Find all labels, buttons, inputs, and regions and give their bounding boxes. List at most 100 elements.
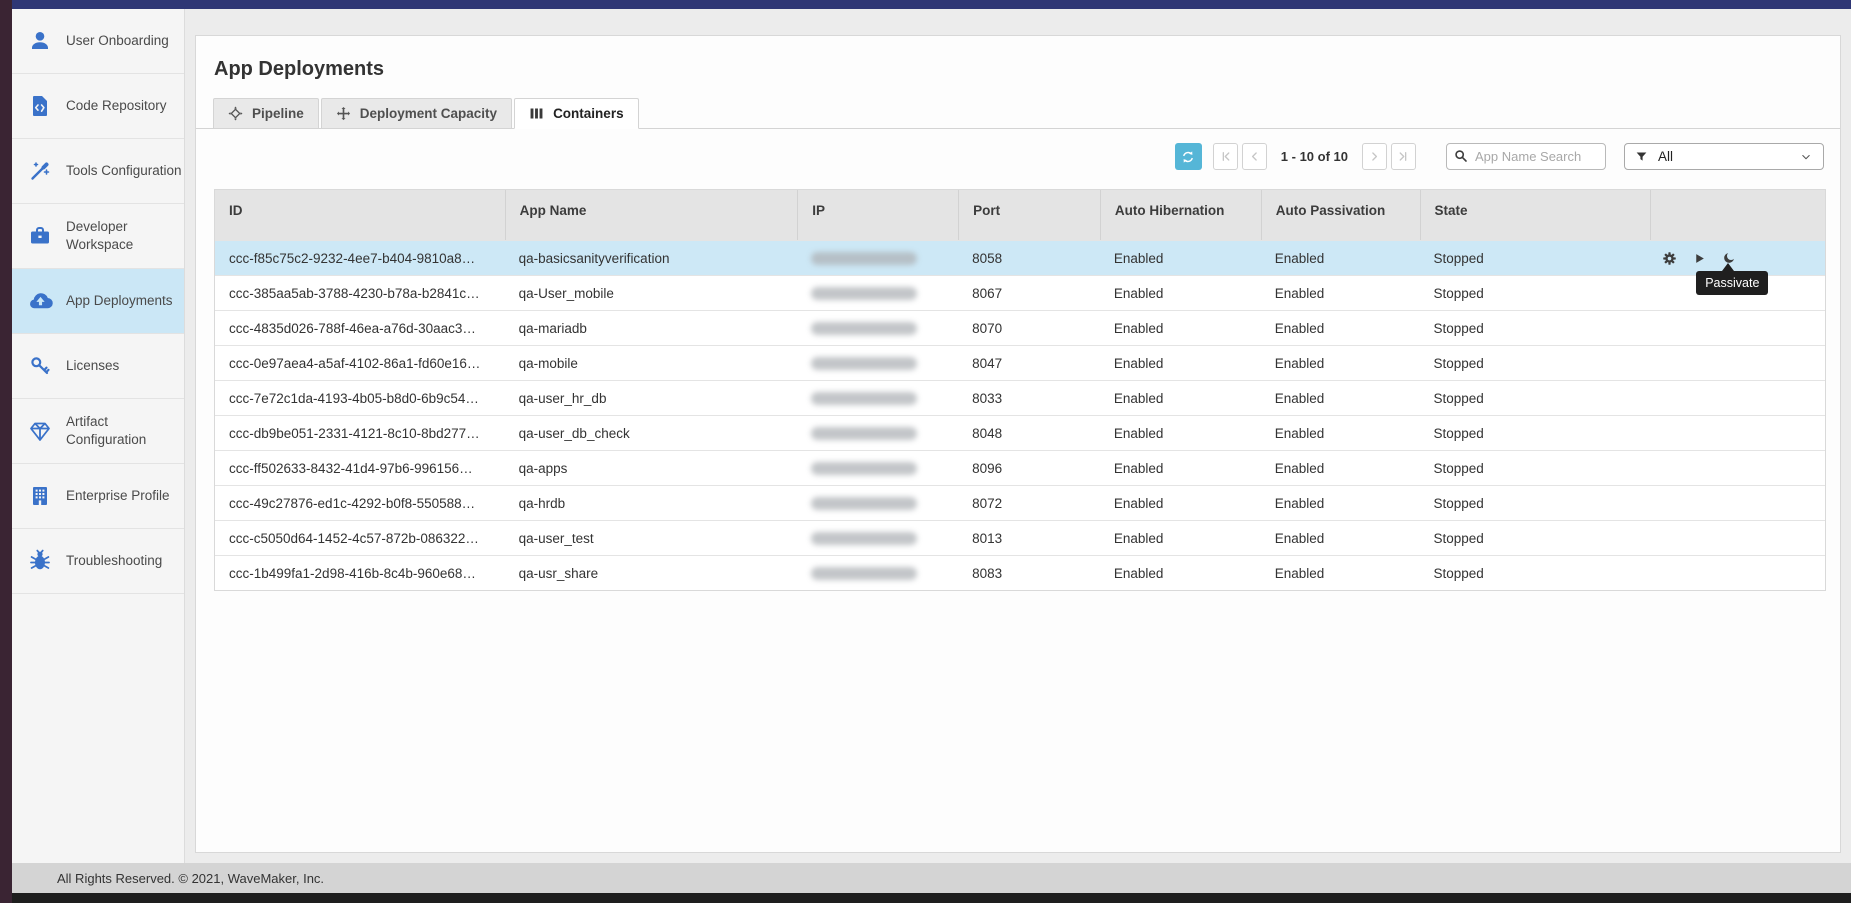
cell-ip	[797, 486, 958, 520]
redacted-ip	[811, 532, 917, 545]
bug-icon	[27, 548, 53, 574]
cell-actions	[1650, 486, 1825, 520]
cell-auto-passivation: Enabled	[1261, 346, 1420, 380]
cell-app-name: qa-user_test	[505, 521, 798, 555]
redacted-ip	[811, 392, 917, 405]
sidebar-item-troubleshooting[interactable]: Troubleshooting	[12, 529, 184, 594]
cell-state: Stopped	[1420, 521, 1651, 555]
redacted-ip	[811, 357, 917, 370]
cell-ip	[797, 556, 958, 590]
magic-wand-icon	[27, 158, 53, 184]
previous-page-button[interactable]	[1242, 143, 1267, 170]
cell-port: 8033	[958, 381, 1100, 415]
bottom-edge-strip	[12, 893, 1851, 903]
cell-app-name: qa-user_hr_db	[505, 381, 798, 415]
cell-state: Stopped	[1420, 381, 1651, 415]
tab-label: Pipeline	[252, 106, 304, 121]
cell-port: 8072	[958, 486, 1100, 520]
cell-ip	[797, 451, 958, 485]
cell-id: ccc-49c27876-ed1c-4292-b0f8-550588…	[215, 486, 505, 520]
cloud-upload-icon	[27, 288, 53, 314]
last-page-button[interactable]	[1391, 143, 1416, 170]
cell-auto-passivation: Enabled	[1261, 276, 1420, 310]
table-row[interactable]: ccc-0e97aea4-a5af-4102-86a1-fd60e16… qa-…	[215, 345, 1825, 380]
redacted-ip	[811, 567, 917, 580]
sidebar-item-label: Enterprise Profile	[66, 487, 170, 505]
cell-auto-passivation: Enabled	[1261, 486, 1420, 520]
cell-id: ccc-ff502633-8432-41d4-97b6-996156…	[215, 451, 505, 485]
cell-state: Stopped	[1420, 311, 1651, 345]
search-input[interactable]	[1446, 143, 1606, 170]
cell-state: Stopped	[1420, 416, 1651, 450]
cell-auto-passivation: Enabled	[1261, 451, 1420, 485]
pipeline-icon	[228, 106, 243, 121]
copyright-text: All Rights Reserved. © 2021, WaveMaker, …	[57, 871, 324, 886]
cell-id: ccc-4835d026-788f-46ea-a76d-30aac3…	[215, 311, 505, 345]
cell-app-name: qa-user_db_check	[505, 416, 798, 450]
table-row[interactable]: ccc-f85c75c2-9232-4ee7-b404-9810a8… qa-b…	[215, 240, 1825, 275]
redacted-ip	[811, 252, 917, 265]
redacted-ip	[811, 497, 917, 510]
cell-ip	[797, 416, 958, 450]
main-content-panel: App Deployments Pipeline Deployment Capa…	[195, 35, 1841, 853]
pagination-range: 1 - 10 of 10	[1281, 149, 1348, 164]
top-navbar	[12, 0, 1851, 9]
cell-auto-hibernation: Enabled	[1100, 311, 1261, 345]
sidebar-item-label: App Deployments	[66, 292, 173, 310]
table-row[interactable]: ccc-7e72c1da-4193-4b05-b8d0-6b9c54… qa-u…	[215, 380, 1825, 415]
refresh-button[interactable]	[1175, 143, 1202, 170]
cell-port: 8013	[958, 521, 1100, 555]
cell-id: ccc-7e72c1da-4193-4b05-b8d0-6b9c54…	[215, 381, 505, 415]
sidebar-item-label: Developer Workspace	[66, 218, 182, 254]
sidebar-item-licenses[interactable]: Licenses	[12, 334, 184, 399]
sidebar-item-label: Code Repository	[66, 97, 167, 115]
sidebar-item-code-repository[interactable]: Code Repository	[12, 74, 184, 139]
table-row[interactable]: ccc-db9be051-2331-4121-8c10-8bd277… qa-u…	[215, 415, 1825, 450]
cell-auto-hibernation: Enabled	[1100, 451, 1261, 485]
table-row[interactable]: ccc-4835d026-788f-46ea-a76d-30aac3… qa-m…	[215, 310, 1825, 345]
key-icon	[27, 353, 53, 379]
filter-icon	[1635, 150, 1648, 163]
left-edge-strip	[0, 0, 12, 903]
cell-ip	[797, 311, 958, 345]
sidebar-item-tools-configuration[interactable]: Tools Configuration	[12, 139, 184, 204]
next-page-icon	[1368, 150, 1381, 163]
sidebar-item-developer-workspace[interactable]: Developer Workspace	[12, 204, 184, 269]
cell-auto-passivation: Enabled	[1261, 416, 1420, 450]
column-header-auto-passivation: Auto Passivation	[1261, 190, 1420, 240]
cell-port: 8070	[958, 311, 1100, 345]
sidebar-item-app-deployments[interactable]: App Deployments	[12, 269, 184, 334]
start-button[interactable]	[1693, 250, 1706, 266]
table-row[interactable]: ccc-49c27876-ed1c-4292-b0f8-550588… qa-h…	[215, 485, 1825, 520]
tab-containers[interactable]: Containers	[514, 98, 639, 129]
last-page-icon	[1397, 150, 1410, 163]
sidebar-item-label: User Onboarding	[66, 32, 169, 50]
column-header-port: Port	[958, 190, 1100, 240]
table-row[interactable]: ccc-385aa5ab-3788-4230-b78a-b2841c… qa-U…	[215, 275, 1825, 310]
cell-auto-hibernation: Enabled	[1100, 486, 1261, 520]
sidebar-item-user-onboarding[interactable]: User Onboarding	[12, 9, 184, 74]
first-page-button[interactable]	[1213, 143, 1238, 170]
settings-button[interactable]	[1662, 250, 1677, 266]
sidebar-item-enterprise-profile[interactable]: Enterprise Profile	[12, 464, 184, 529]
cell-auto-passivation: Enabled	[1261, 311, 1420, 345]
refresh-icon	[1180, 149, 1196, 165]
tab-label: Deployment Capacity	[360, 106, 497, 121]
next-page-button[interactable]	[1362, 143, 1387, 170]
cell-auto-hibernation: Enabled	[1100, 521, 1261, 555]
sidebar-item-artifact-configuration[interactable]: Artifact Configuration	[12, 399, 184, 464]
cell-auto-passivation: Enabled	[1261, 556, 1420, 590]
sidebar: User Onboarding Code Repository Tools Co…	[12, 9, 185, 863]
filter-dropdown[interactable]: All	[1624, 143, 1824, 170]
tab-label: Containers	[553, 106, 624, 121]
tab-pipeline[interactable]: Pipeline	[213, 98, 319, 128]
cell-state: Stopped	[1420, 556, 1651, 590]
cell-port: 8096	[958, 451, 1100, 485]
table-row[interactable]: ccc-ff502633-8432-41d4-97b6-996156… qa-a…	[215, 450, 1825, 485]
tab-deployment-capacity[interactable]: Deployment Capacity	[321, 98, 512, 128]
cell-app-name: qa-hrdb	[505, 486, 798, 520]
cell-ip	[797, 241, 958, 275]
table-row[interactable]: ccc-1b499fa1-2d98-416b-8c4b-960e68… qa-u…	[215, 555, 1825, 590]
cell-state: Stopped	[1420, 276, 1651, 310]
table-row[interactable]: ccc-c5050d64-1452-4c57-872b-086322… qa-u…	[215, 520, 1825, 555]
